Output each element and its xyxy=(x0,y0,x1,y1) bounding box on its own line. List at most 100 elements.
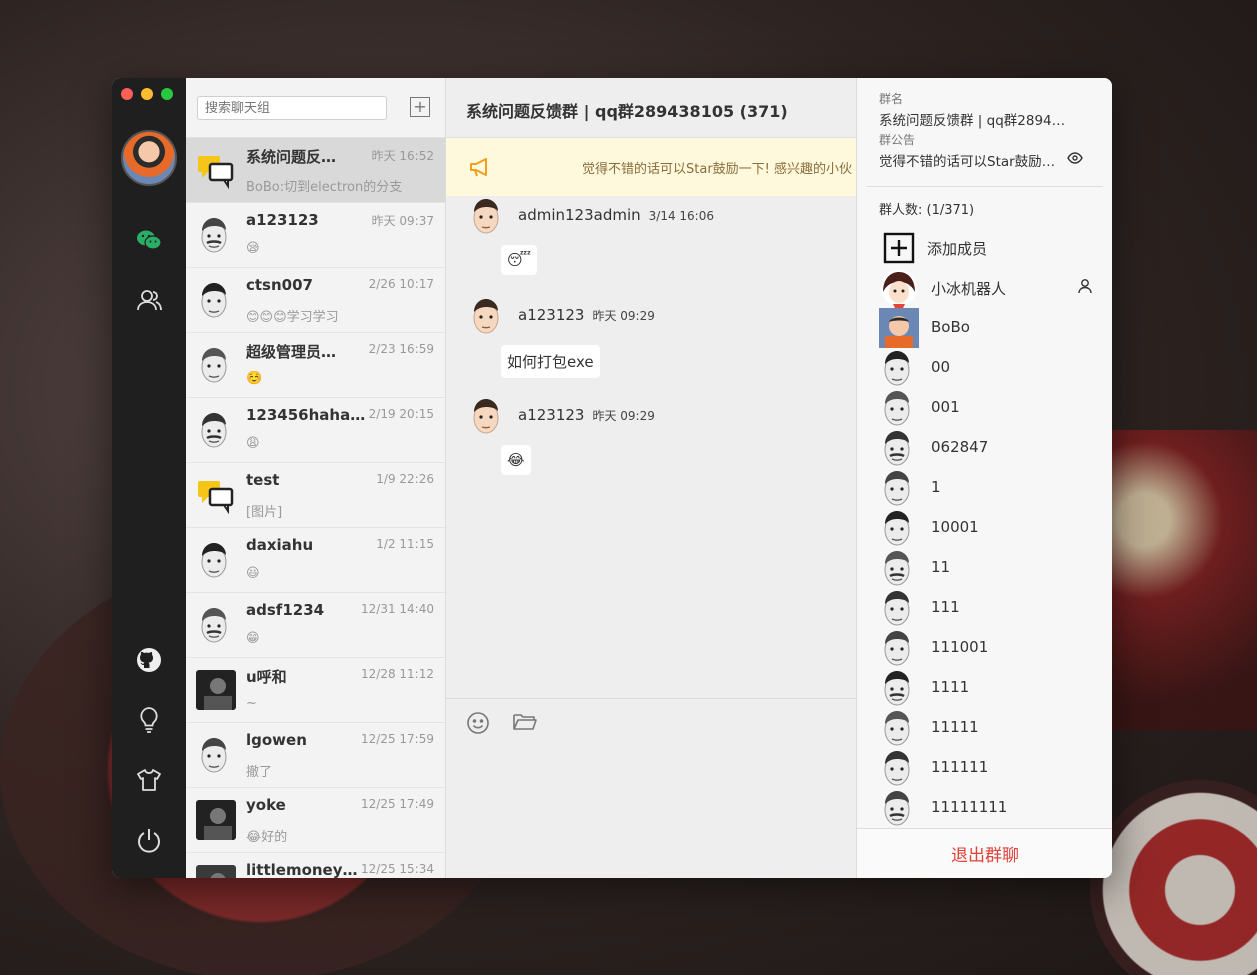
message-bubble[interactable]: 😴 xyxy=(501,245,538,275)
member-item[interactable]: 11111 xyxy=(879,708,1099,748)
chat-list-panel: + 系统问题反… 昨天 16:52 BoBo:切到electron的分支 a12312… xyxy=(186,78,446,878)
chat-list-item[interactable]: lgowen 12/25 17:59 撤了 xyxy=(186,723,445,788)
user-avatar xyxy=(196,345,236,385)
chat-time: 1/9 22:26 xyxy=(376,472,434,486)
user-avatar xyxy=(196,800,236,840)
chat-last-message: 😁 xyxy=(246,631,260,646)
add-member-button[interactable]: 添加成员 xyxy=(879,228,1099,268)
member-item[interactable]: 11111111 xyxy=(879,788,1099,828)
chat-name: littlemoney… xyxy=(246,861,358,878)
member-name: 11 xyxy=(931,558,951,576)
github-icon xyxy=(137,648,161,672)
message: a123123 昨天 09:29 😂 xyxy=(468,396,655,475)
chat-name: 超级管理员… xyxy=(246,343,337,361)
idea-nav-button[interactable] xyxy=(134,705,164,735)
chat-time: 昨天 09:37 xyxy=(371,214,434,228)
chat-list-item[interactable]: littlemoney… 12/25 15:34 xyxy=(186,853,445,878)
member-item[interactable]: 00 xyxy=(879,348,1099,388)
eye-icon[interactable] xyxy=(1067,150,1083,169)
quit-group-button[interactable]: 退出群聊 xyxy=(857,828,1112,878)
contacts-nav-button[interactable] xyxy=(134,285,164,315)
member-name: 111 xyxy=(931,598,960,616)
member-name: 11111 xyxy=(931,718,979,736)
my-avatar[interactable] xyxy=(121,130,177,186)
message-sender: a123123 xyxy=(518,406,585,424)
member-item[interactable]: 111001 xyxy=(879,628,1099,668)
member-name: 11111111 xyxy=(931,798,1008,816)
chat-time: 12/31 14:40 xyxy=(361,602,434,616)
member-item[interactable]: 001 xyxy=(879,388,1099,428)
close-window-button[interactable] xyxy=(121,88,133,100)
search-input[interactable] xyxy=(197,96,387,120)
lightbulb-icon xyxy=(140,707,158,733)
divider xyxy=(867,186,1103,187)
chat-time: 12/25 17:59 xyxy=(361,732,434,746)
member-avatar xyxy=(879,468,919,508)
chat-last-message: 😊😊😊学习学习 xyxy=(246,310,339,325)
chat-time: 12/28 11:12 xyxy=(361,667,434,681)
message-avatar[interactable] xyxy=(468,196,504,236)
member-item[interactable]: 111111 xyxy=(879,748,1099,788)
logout-nav-button[interactable] xyxy=(134,825,164,855)
user-avatar xyxy=(196,540,236,580)
user-avatar xyxy=(196,280,236,320)
maximize-window-button[interactable] xyxy=(161,88,173,100)
group-name-label: 群名 xyxy=(879,92,904,106)
chat-list-item[interactable]: yoke 12/25 17:49 😂好的 xyxy=(186,788,445,853)
chat-list-item[interactable]: adsf1234 12/31 14:40 😁 xyxy=(186,593,445,658)
member-name: 001 xyxy=(931,398,960,416)
user-avatar xyxy=(196,865,236,878)
message-avatar[interactable] xyxy=(468,296,504,336)
member-item[interactable]: 1 xyxy=(879,468,1099,508)
chat-time: 12/25 15:34 xyxy=(361,862,434,876)
message-avatar[interactable] xyxy=(468,396,504,436)
member-avatar xyxy=(879,308,919,348)
github-nav-button[interactable] xyxy=(134,645,164,675)
chat-nav-button[interactable] xyxy=(134,225,164,255)
chat-list-item[interactable]: 123456haha… 2/19 20:15 😩 xyxy=(186,398,445,463)
member-item[interactable]: 111 xyxy=(879,588,1099,628)
group-info-panel: 群名 系统问题反馈群 | qq群2894… 群公告 觉得不错的话可以Star鼓励… xyxy=(856,78,1112,878)
chat-time: 2/23 16:59 xyxy=(368,342,434,356)
megaphone-icon xyxy=(468,156,494,182)
message-input-area[interactable] xyxy=(446,698,856,878)
theme-nav-button[interactable] xyxy=(134,765,164,795)
message-bubble[interactable]: 如何打包exe xyxy=(501,345,600,378)
chat-list-item[interactable]: test 1/9 22:26 [图片] xyxy=(186,463,445,528)
chat-last-message: 😪 xyxy=(246,241,260,256)
member-count: 群人数: (1/371) xyxy=(879,203,975,218)
message-bubble[interactable]: 😂 xyxy=(501,445,531,475)
plus-icon: + xyxy=(413,97,427,116)
group-chat-icon xyxy=(196,150,236,190)
chat-last-message: BoBo:切到electron的分支 xyxy=(246,180,403,195)
member-item[interactable]: 11 xyxy=(879,548,1099,588)
chat-name: a123123 xyxy=(246,211,319,229)
member-item[interactable]: 1111 xyxy=(879,668,1099,708)
member-avatar xyxy=(879,588,919,628)
notice-banner[interactable]: 觉得不错的话可以Star鼓励一下! 感兴趣的小伙 xyxy=(446,138,856,196)
chat-list-item[interactable]: a123123 昨天 09:37 😪 xyxy=(186,203,445,268)
chat-name: daxiahu xyxy=(246,536,314,554)
chat-last-message: ~ xyxy=(246,696,257,711)
member-item[interactable]: BoBo xyxy=(879,308,1099,348)
minimize-window-button[interactable] xyxy=(141,88,153,100)
chat-list-item[interactable]: 系统问题反… 昨天 16:52 BoBo:切到electron的分支 xyxy=(186,138,445,203)
user-avatar xyxy=(196,670,236,710)
emoji-icon[interactable] xyxy=(466,711,490,739)
member-item[interactable]: 10001 xyxy=(879,508,1099,548)
app-window: + 系统问题反… 昨天 16:52 BoBo:切到electron的分支 a12312… xyxy=(112,78,1112,878)
wechat-icon xyxy=(137,230,162,250)
chat-list-item[interactable]: ctsn007 2/26 10:17 😊😊😊学习学习 xyxy=(186,268,445,333)
chat-list-item[interactable]: daxiahu 1/2 11:15 😃 xyxy=(186,528,445,593)
member-avatar xyxy=(879,268,919,308)
folder-icon[interactable] xyxy=(512,711,538,737)
chat-list-item[interactable]: 超级管理员… 2/23 16:59 ☺️ xyxy=(186,333,445,398)
member-name: 小冰机器人 xyxy=(931,280,1007,298)
add-box-icon xyxy=(879,228,919,268)
chat-list-item[interactable]: u呼和 12/28 11:12 ~ xyxy=(186,658,445,723)
create-group-button[interactable]: + xyxy=(410,97,430,117)
chat-main: 系统问题反馈群 | qq群289438105 (371) 觉得不错的话可以Sta… xyxy=(446,78,856,878)
member-item[interactable]: 062847 xyxy=(879,428,1099,468)
member-item[interactable]: 小冰机器人 xyxy=(879,268,1099,308)
chat-last-message: 😃 xyxy=(246,566,260,581)
